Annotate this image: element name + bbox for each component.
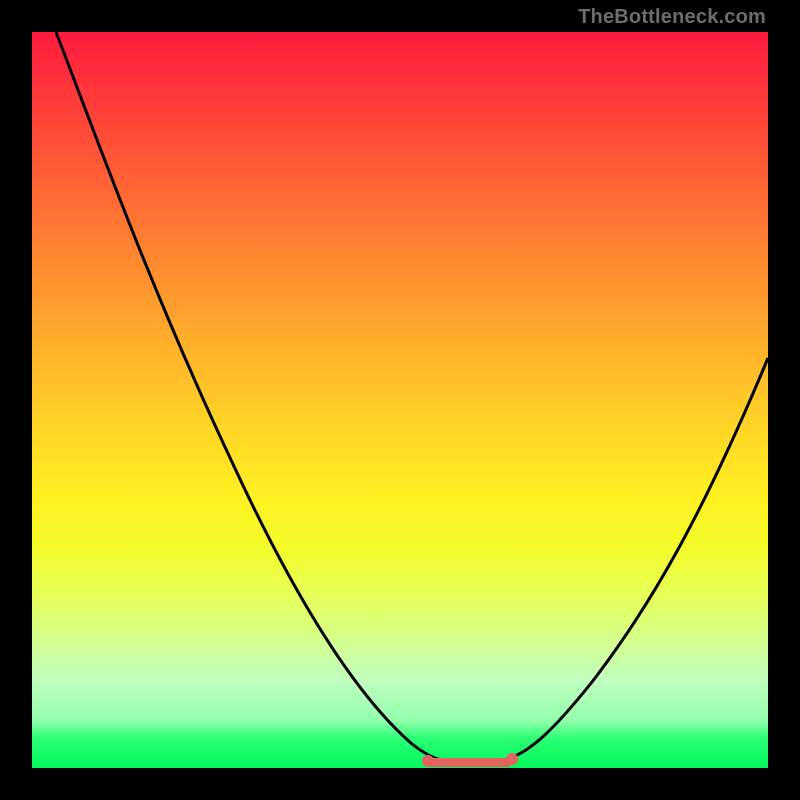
curve-left-branch bbox=[56, 32, 456, 762]
minimum-flat-marker bbox=[426, 758, 512, 767]
curve-right-branch bbox=[504, 358, 768, 760]
chart-frame: TheBottleneck.com bbox=[0, 0, 800, 800]
minimum-left-endpoint bbox=[422, 755, 434, 767]
bottleneck-curve bbox=[32, 32, 768, 768]
plot-area bbox=[32, 32, 768, 768]
minimum-right-endpoint bbox=[506, 753, 518, 765]
attribution-text: TheBottleneck.com bbox=[578, 6, 766, 29]
